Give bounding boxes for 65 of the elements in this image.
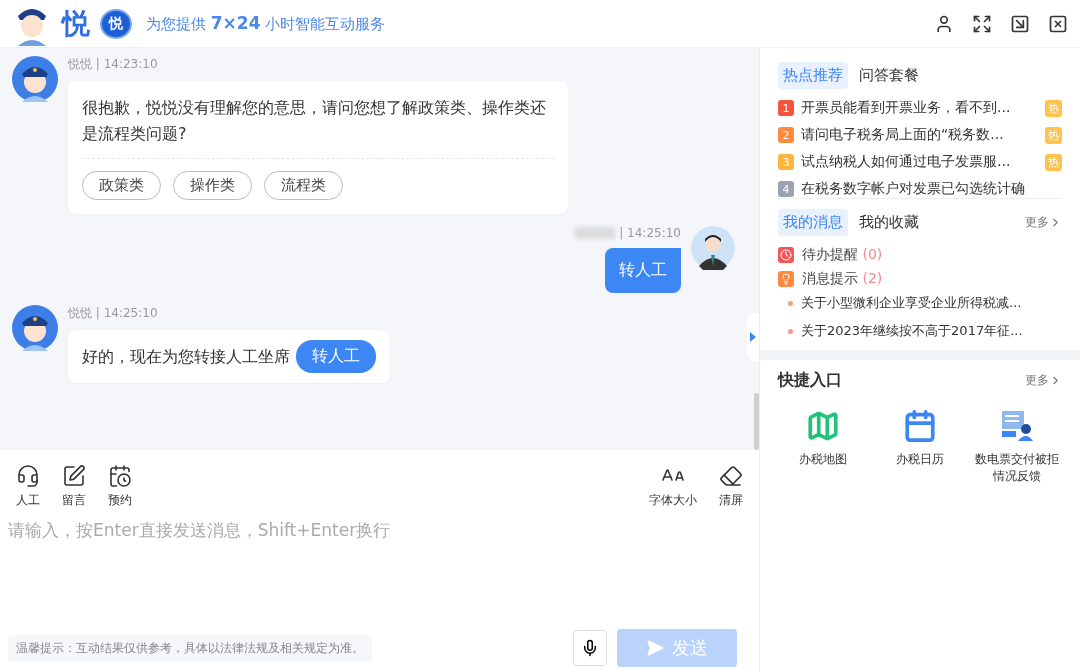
message-meta: 悦悦 | 14:23:10 [68, 56, 158, 73]
hot-badge: 热 [1045, 126, 1062, 144]
message-bubble: 转人工 [605, 248, 681, 294]
hot-item[interactable]: 4 在税务数字帐户对发票已勾选统计确 [778, 180, 1062, 198]
message-text: 好的，现在为您转接人工坐席 [82, 345, 290, 368]
logo-text: 悦 [62, 5, 90, 42]
caret-icon [750, 332, 756, 342]
transfer-button[interactable]: 转人工 [296, 340, 376, 374]
user-icon[interactable] [934, 13, 954, 34]
eraser-icon [719, 464, 743, 488]
shortcut-button[interactable]: 办税日历 [874, 409, 966, 485]
hot-item[interactable]: 1 开票员能看到开票业务，看不到... 热 [778, 99, 1062, 117]
message-time: | 14:25:10 [619, 226, 681, 241]
mic-icon [581, 639, 599, 657]
logo-badge: 悦 [100, 8, 132, 39]
scrollbar[interactable] [754, 393, 759, 450]
option-button[interactable]: 政策类 [82, 171, 161, 201]
avatar-icon [12, 305, 58, 352]
message-text: 很抱歉，悦悦没有理解您的意思，请问您想了解政策类、操作类还是流程类问题? [82, 97, 547, 145]
shortcut-button[interactable]: 数电票交付被拒情况反馈 [971, 409, 1062, 485]
toolbar-button[interactable]: 人工 [16, 464, 40, 509]
toolbar-button[interactable]: 留言 [62, 464, 86, 509]
message-group[interactable]: 消息提示 (2) [802, 270, 883, 288]
more-link[interactable]: 更多 [1025, 214, 1062, 231]
collapse-tab[interactable] [747, 313, 759, 361]
option-button[interactable]: 流程类 [264, 171, 343, 201]
map-icon [806, 409, 841, 443]
hot-item[interactable]: 3 试点纳税人如何通过电子发票服... 热 [778, 153, 1062, 171]
notice-text: 温馨提示：互动结果仅供参考，具体以法律法规及相关规定为准。 [8, 634, 372, 662]
option-button[interactable]: 操作类 [173, 171, 252, 201]
bullet-icon [788, 300, 793, 306]
tab[interactable]: 我的收藏 [854, 209, 924, 236]
shortcut-button[interactable]: 办税地图 [778, 409, 869, 485]
notice-link[interactable]: 关于小型微利企业享受企业所得税减... [801, 294, 1022, 312]
edit-icon [62, 464, 86, 488]
tagline: 为您提供 7×24 小时智能互动服务 [146, 13, 386, 34]
maximize-icon[interactable] [972, 13, 992, 34]
hot-badge: 热 [1045, 153, 1062, 171]
send-icon [646, 639, 664, 657]
notice-link[interactable]: 关于2023年继续按不高于2017年征... [801, 322, 1023, 340]
calendar-clock-icon [108, 464, 132, 488]
section-title: 快捷入口 [778, 370, 842, 391]
toolbar-button[interactable]: 预约 [108, 464, 132, 509]
rank-badge: 1 [778, 100, 794, 116]
minimize-icon[interactable] [1010, 13, 1030, 34]
tab[interactable]: 问答套餐 [854, 62, 924, 89]
headset-icon [16, 464, 40, 488]
toolbar-button[interactable]: 字体大小 [649, 464, 697, 509]
document-person-icon[interactable] [999, 409, 1034, 443]
message-group[interactable]: 待办提醒 (0) [802, 246, 883, 264]
mic-button[interactable] [573, 630, 607, 666]
avatar-icon [12, 56, 58, 102]
calendar-icon [903, 409, 937, 443]
bullet-icon [788, 328, 793, 334]
avatar-icon [691, 226, 735, 271]
rank-badge: 3 [778, 154, 794, 170]
redacted-name [575, 227, 616, 240]
rank-badge: 2 [778, 127, 794, 143]
more-link[interactable]: 更多 [1025, 372, 1062, 389]
hot-badge: 热 [1045, 99, 1062, 117]
hot-item[interactable]: 2 请问电子税务局上面的“税务数... 热 [778, 126, 1062, 144]
message-meta: 悦悦 | 14:25:10 [68, 305, 158, 323]
close-icon[interactable] [1048, 13, 1068, 34]
toolbar-button[interactable]: 清屏 [719, 464, 743, 509]
rank-badge: 4 [778, 181, 794, 197]
